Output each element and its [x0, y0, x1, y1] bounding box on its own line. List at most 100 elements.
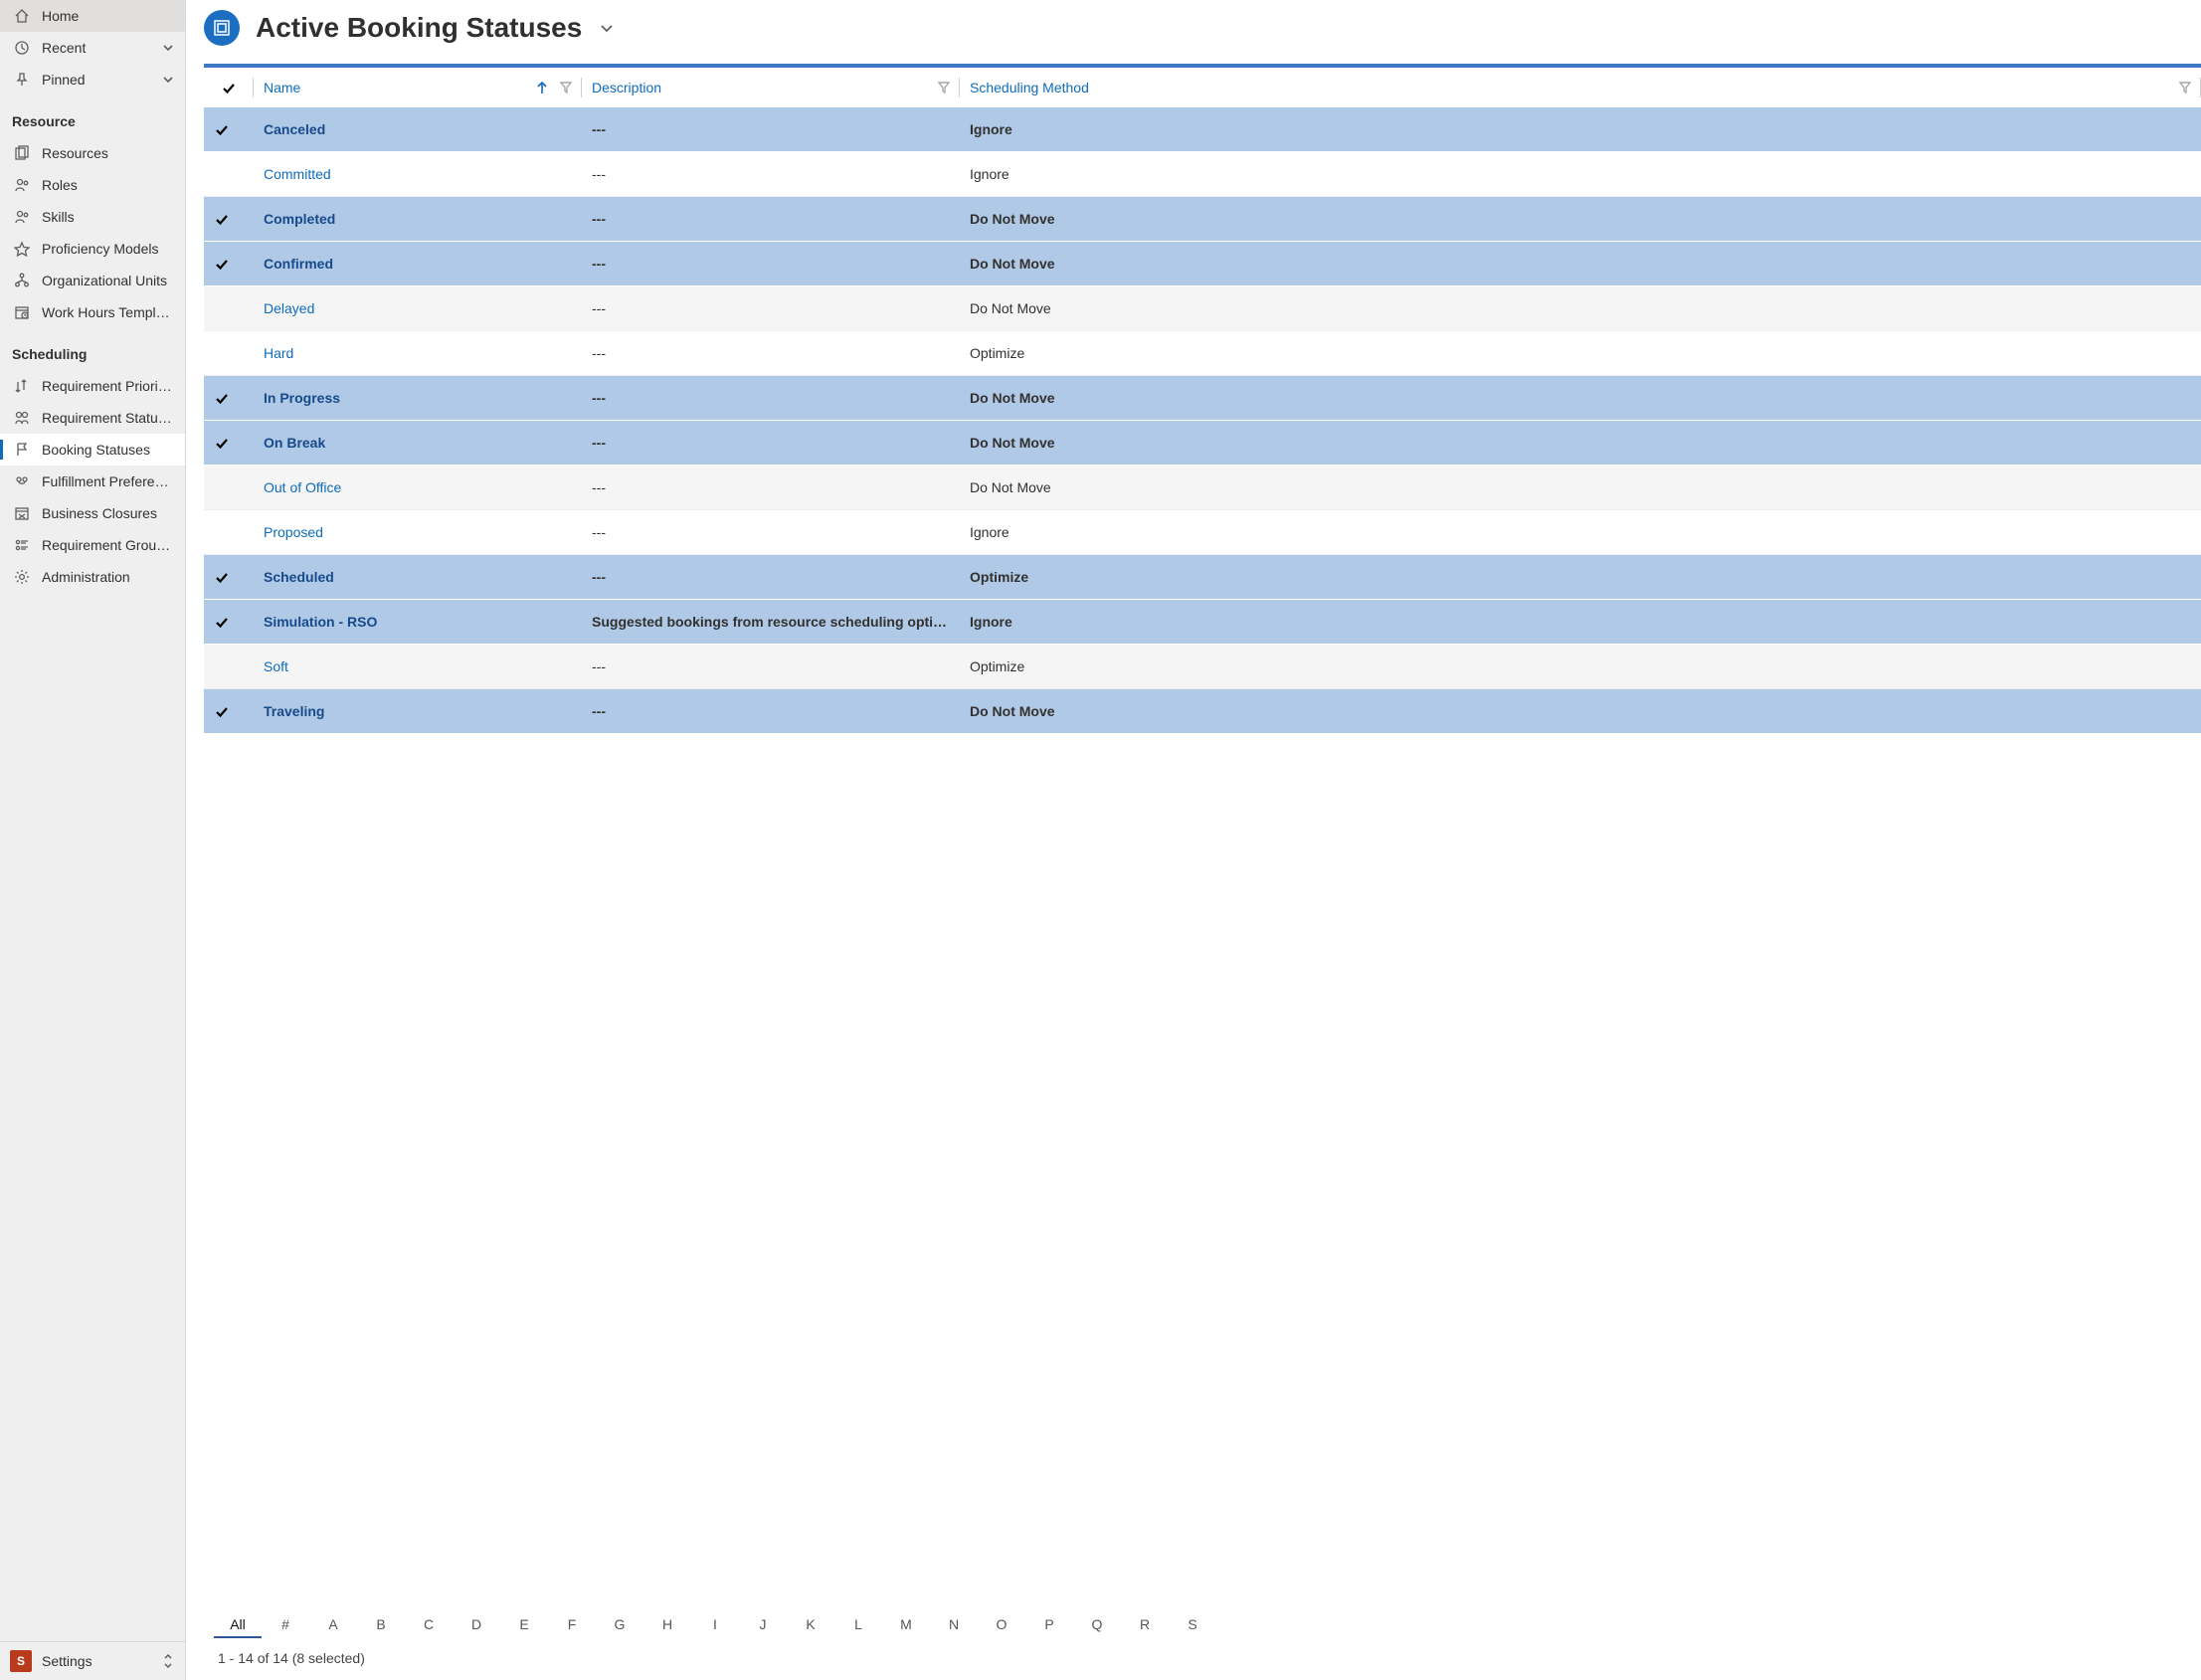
- jump-letter[interactable]: E: [500, 1612, 548, 1638]
- table-row[interactable]: Hard---Optimize: [204, 331, 2201, 376]
- view-selector-chevron[interactable]: [598, 19, 616, 37]
- row-selector[interactable]: [204, 152, 254, 197]
- record-link[interactable]: Scheduled: [264, 569, 334, 585]
- jump-letter[interactable]: P: [1025, 1612, 1073, 1638]
- cell-description: ---: [582, 331, 960, 376]
- column-header-scheduling-method[interactable]: Scheduling Method: [960, 68, 2201, 107]
- nav-item[interactable]: Fulfillment Preferences: [0, 466, 185, 497]
- req-status-icon: [14, 410, 30, 426]
- row-selector[interactable]: [204, 331, 254, 376]
- jump-letter[interactable]: A: [309, 1612, 357, 1638]
- jump-letter[interactable]: I: [691, 1612, 739, 1638]
- table-row[interactable]: Scheduled---Optimize: [204, 555, 2201, 600]
- nav-item[interactable]: Requirement Group ...: [0, 529, 185, 561]
- row-selector[interactable]: [204, 510, 254, 555]
- jump-letter[interactable]: N: [930, 1612, 978, 1638]
- org-icon: [14, 273, 30, 288]
- record-link[interactable]: Confirmed: [264, 256, 333, 272]
- table-row[interactable]: Traveling---Do Not Move: [204, 689, 2201, 734]
- record-link[interactable]: Traveling: [264, 703, 324, 719]
- table-row[interactable]: On Break---Do Not Move: [204, 421, 2201, 466]
- record-link[interactable]: Committed: [264, 166, 331, 182]
- record-link[interactable]: Delayed: [264, 300, 314, 316]
- cell-name: Traveling: [254, 689, 582, 734]
- cell-scheduling-method: Optimize: [960, 555, 2201, 600]
- jump-letter[interactable]: D: [453, 1612, 500, 1638]
- row-selector[interactable]: [204, 107, 254, 152]
- jump-letter[interactable]: J: [739, 1612, 787, 1638]
- jump-letter[interactable]: S: [1169, 1612, 1216, 1638]
- jump-letter[interactable]: G: [596, 1612, 643, 1638]
- row-selector[interactable]: [204, 286, 254, 331]
- nav-item[interactable]: Booking Statuses: [0, 434, 185, 466]
- table-row[interactable]: Out of Office---Do Not Move: [204, 466, 2201, 510]
- row-selector[interactable]: [204, 600, 254, 645]
- nav-recent[interactable]: Recent: [0, 32, 185, 64]
- jump-letter[interactable]: #: [262, 1612, 309, 1638]
- nav-item[interactable]: Requirement Priorities: [0, 370, 185, 402]
- nav-item[interactable]: Business Closures: [0, 497, 185, 529]
- record-link[interactable]: In Progress: [264, 390, 340, 406]
- nav-item[interactable]: Resources: [0, 137, 185, 169]
- table-row[interactable]: Delayed---Do Not Move: [204, 286, 2201, 331]
- table-row[interactable]: Proposed---Ignore: [204, 510, 2201, 555]
- record-link[interactable]: Proposed: [264, 524, 323, 540]
- jump-letter[interactable]: C: [405, 1612, 453, 1638]
- cell-name: Proposed: [254, 510, 582, 555]
- nav-item[interactable]: Proficiency Models: [0, 233, 185, 265]
- table-row[interactable]: Soft---Optimize: [204, 645, 2201, 689]
- column-select-all[interactable]: [204, 68, 254, 107]
- record-link[interactable]: Canceled: [264, 121, 325, 137]
- jump-letter[interactable]: H: [643, 1612, 691, 1638]
- check-icon: [221, 80, 237, 95]
- jump-letter[interactable]: Q: [1073, 1612, 1121, 1638]
- record-link[interactable]: Completed: [264, 211, 335, 227]
- nav-item[interactable]: Roles: [0, 169, 185, 201]
- jump-letter[interactable]: K: [787, 1612, 834, 1638]
- nav-item[interactable]: Work Hours Templates: [0, 296, 185, 328]
- resources-icon: [14, 145, 30, 161]
- column-header-description[interactable]: Description: [582, 68, 960, 107]
- nav-item[interactable]: Organizational Units: [0, 265, 185, 296]
- cell-scheduling-method: Ignore: [960, 510, 2201, 555]
- jump-letter[interactable]: O: [978, 1612, 1025, 1638]
- nav-pinned[interactable]: Pinned: [0, 64, 185, 95]
- nav-home[interactable]: Home: [0, 0, 185, 32]
- table-row[interactable]: Simulation - RSOSuggested bookings from …: [204, 600, 2201, 645]
- cell-scheduling-method: Do Not Move: [960, 466, 2201, 510]
- table-row[interactable]: Canceled---Ignore: [204, 107, 2201, 152]
- table-row[interactable]: Completed---Do Not Move: [204, 197, 2201, 242]
- jump-letter[interactable]: F: [548, 1612, 596, 1638]
- nav-label: Requirement Group ...: [42, 537, 175, 553]
- table-row[interactable]: Committed---Ignore: [204, 152, 2201, 197]
- row-selector[interactable]: [204, 555, 254, 600]
- jump-letter[interactable]: R: [1121, 1612, 1169, 1638]
- record-link[interactable]: Hard: [264, 345, 293, 361]
- table-row[interactable]: In Progress---Do Not Move: [204, 376, 2201, 421]
- jump-letter[interactable]: M: [882, 1612, 930, 1638]
- jump-letter[interactable]: B: [357, 1612, 405, 1638]
- column-header-name[interactable]: Name: [254, 68, 582, 107]
- jump-letter[interactable]: All: [214, 1612, 262, 1638]
- row-selector[interactable]: [204, 466, 254, 510]
- jump-letter[interactable]: L: [834, 1612, 882, 1638]
- nav-item[interactable]: Skills: [0, 201, 185, 233]
- table-row[interactable]: Confirmed---Do Not Move: [204, 242, 2201, 286]
- nav-item[interactable]: Administration: [0, 561, 185, 593]
- filter-icon[interactable]: [2179, 82, 2191, 93]
- area-switcher[interactable]: S Settings: [0, 1641, 185, 1680]
- filter-icon[interactable]: [938, 82, 950, 93]
- nav-item[interactable]: Requirement Statuses: [0, 402, 185, 434]
- row-selector[interactable]: [204, 242, 254, 286]
- record-link[interactable]: Soft: [264, 658, 288, 674]
- row-selector[interactable]: [204, 421, 254, 466]
- cell-scheduling-method: Do Not Move: [960, 286, 2201, 331]
- row-selector[interactable]: [204, 197, 254, 242]
- row-selector[interactable]: [204, 645, 254, 689]
- row-selector[interactable]: [204, 376, 254, 421]
- record-link[interactable]: Simulation - RSO: [264, 614, 377, 630]
- filter-icon[interactable]: [560, 82, 572, 93]
- record-link[interactable]: Out of Office: [264, 479, 341, 495]
- row-selector[interactable]: [204, 689, 254, 734]
- record-link[interactable]: On Break: [264, 435, 325, 451]
